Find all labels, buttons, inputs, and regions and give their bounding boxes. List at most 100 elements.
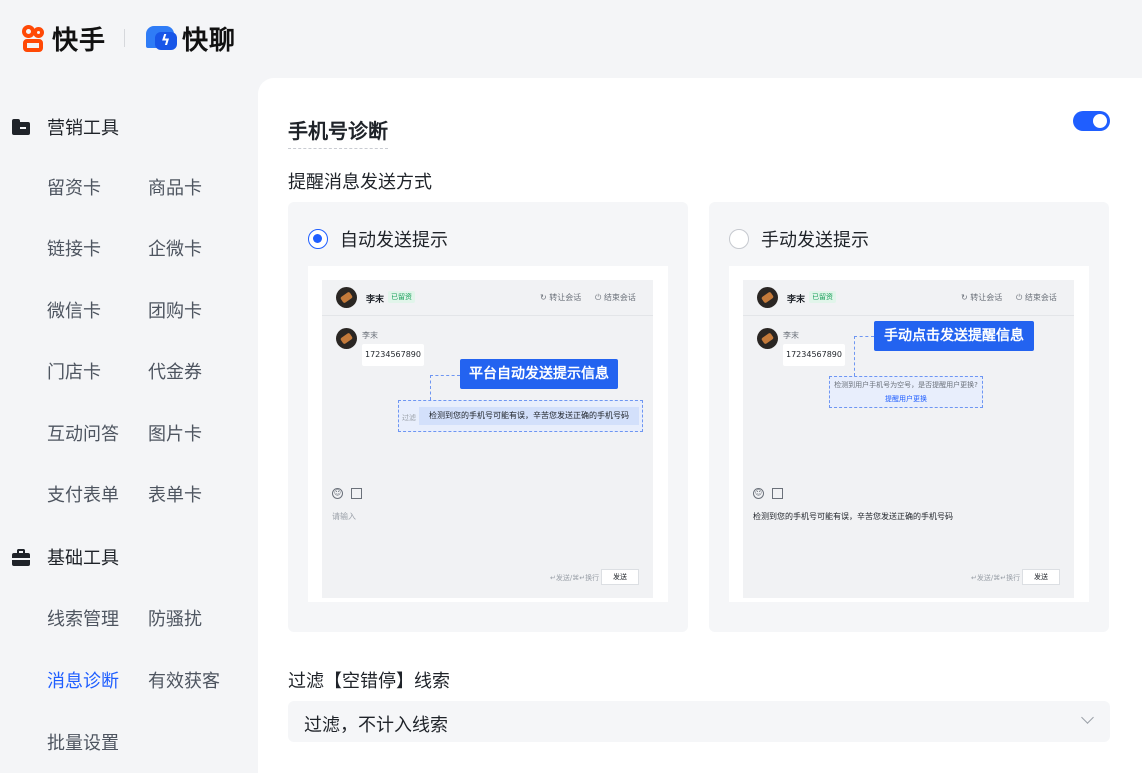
filter-label: 过滤【空错停】线索	[288, 671, 450, 692]
radio-unchecked-icon[interactable]	[729, 229, 749, 249]
transfer-chat-button[interactable]: ↻ 转让会话	[540, 292, 581, 303]
transfer-chat-label: 转让会话	[549, 293, 582, 302]
sidebar-item-anti-harassment[interactable]: 防骚扰	[148, 605, 202, 631]
emoji-icon[interactable]: ☺	[332, 488, 343, 499]
radio-manual-send[interactable]: 手动发送提示	[729, 226, 869, 252]
avatar	[336, 287, 357, 308]
sidebar-item-message-diagnosis[interactable]: 消息诊断	[47, 667, 119, 693]
chat-window: 李末 已留资 ↻ 转让会话 ⏻ 结束会话 李末 17234567890 手动点击…	[743, 280, 1074, 598]
chat-preview: 李末 已留资 ↻ 转让会话 ⏻ 结束会话 李末 17234567890 平台自动…	[308, 266, 668, 602]
power-icon: ⏻	[1016, 293, 1023, 302]
sidebar-item-batch-settings[interactable]: 批量设置	[47, 729, 119, 755]
kuaishou-brand-name: 快手	[52, 26, 107, 56]
kuailiao-logo-icon: ϟ	[146, 24, 178, 54]
callout-label: 平台自动发送提示信息	[460, 359, 618, 389]
sender-avatar	[336, 328, 357, 349]
status-badge: 已留资	[809, 291, 836, 303]
image-icon[interactable]	[351, 488, 362, 499]
message-bubble: 17234567890	[362, 344, 424, 366]
send-hint: ↵发送/⌘↵换行	[971, 574, 1021, 582]
transfer-chat-button[interactable]: ↻ 转让会话	[961, 292, 1002, 303]
sidebar-item-wecom-card[interactable]: 企微卡	[148, 235, 202, 261]
sidebar-item-effective-acquisition[interactable]: 有效获客	[148, 667, 220, 693]
option-card-manual[interactable]: 手动发送提示 李末 已留资 ↻ 转让会话 ⏻ 结束会话 李末 172345678…	[709, 202, 1109, 632]
callout-connector	[854, 336, 855, 376]
callout-connector	[854, 336, 874, 337]
sender-avatar	[757, 328, 778, 349]
sidebar: 营销工具 留资卡 商品卡 链接卡 企微卡 微信卡 团购卡 门店卡 代金券 互动问…	[0, 78, 258, 773]
sidebar-item-payment-form[interactable]: 支付表单	[47, 481, 119, 507]
toggle-knob	[1093, 114, 1107, 128]
filter-select[interactable]: 过滤，不计入线索	[288, 701, 1110, 742]
kuailiao-brand[interactable]: ϟ 快聊	[146, 20, 236, 57]
sidebar-section-title: 基础工具	[47, 548, 119, 569]
folder-icon	[12, 119, 30, 135]
power-icon: ⏻	[595, 293, 602, 302]
emoji-icon[interactable]: ☺	[753, 488, 764, 499]
radio-label: 自动发送提示	[340, 230, 448, 251]
chat-toolbar: ☺	[332, 488, 362, 499]
briefcase-icon	[12, 549, 30, 566]
send-button[interactable]: 发送	[601, 569, 639, 585]
image-icon[interactable]	[772, 488, 783, 499]
contact-name: 李末	[787, 295, 806, 305]
radio-auto-send[interactable]: 自动发送提示	[308, 226, 448, 252]
chat-header: 李末 已留资 ↻ 转让会话 ⏻ 结束会话	[322, 280, 653, 316]
send-button[interactable]: 发送	[1022, 569, 1060, 585]
option-card-auto[interactable]: 自动发送提示 李末 已留资 ↻ 转让会话 ⏻ 结束会话 李末 172345678…	[288, 202, 688, 632]
top-bar: 快手 ϟ 快聊	[0, 0, 1142, 78]
radio-label: 手动发送提示	[761, 230, 869, 251]
sender-name: 李末	[783, 331, 799, 340]
chevron-down-icon	[1081, 711, 1094, 724]
phone-diagnosis-toggle[interactable]	[1073, 111, 1110, 131]
status-badge: 已留资	[388, 291, 415, 303]
sidebar-item-qa[interactable]: 互动问答	[47, 420, 119, 446]
sidebar-item-voucher[interactable]: 代金券	[148, 358, 202, 384]
remind-user-link[interactable]: 提醒用户更换	[830, 394, 982, 404]
main-panel: 手机号诊断 提醒消息发送方式 自动发送提示 李末 已留资 ↻ 转让会话 ⏻ 结束…	[258, 78, 1142, 773]
chat-input[interactable]: 请输入	[332, 511, 356, 522]
end-chat-button[interactable]: ⏻ 结束会话	[1016, 292, 1057, 303]
highlight-box: 检测到用户手机号为空号，是否提醒用户更换? 提醒用户更换	[829, 376, 983, 408]
sender-name: 李末	[362, 331, 378, 340]
sidebar-item-image-card[interactable]: 图片卡	[148, 420, 202, 446]
callout-connector	[430, 375, 431, 400]
end-chat-label: 结束会话	[603, 293, 636, 302]
sidebar-section-marketing: 营销工具	[12, 114, 119, 140]
system-message: 检测到用户手机号为空号，是否提醒用户更换?	[834, 381, 978, 389]
chat-window: 李末 已留资 ↻ 转让会话 ⏻ 结束会话 李末 17234567890 平台自动…	[322, 280, 653, 598]
chat-header: 李末 已留资 ↻ 转让会话 ⏻ 结束会话	[743, 280, 1074, 316]
sidebar-item-group-buy-card[interactable]: 团购卡	[148, 297, 202, 323]
sidebar-item-wechat-card[interactable]: 微信卡	[47, 297, 101, 323]
avatar	[757, 287, 778, 308]
chat-input[interactable]: 检测到您的手机号可能有误，辛苦您发送正确的手机号码	[753, 511, 953, 522]
sidebar-section-title: 营销工具	[47, 118, 119, 139]
sidebar-item-lead-card[interactable]: 留资卡	[47, 174, 101, 200]
sidebar-item-link-card[interactable]: 链接卡	[47, 235, 101, 261]
filter-select-value: 过滤，不计入线索	[304, 715, 448, 736]
kuaishou-brand[interactable]: 快手	[20, 20, 106, 57]
sidebar-item-lead-management[interactable]: 线索管理	[47, 605, 119, 631]
filter-tag: 过滤	[402, 414, 416, 422]
transfer-chat-label: 转让会话	[970, 293, 1003, 302]
message-bubble: 17234567890	[783, 344, 845, 366]
brand-divider	[124, 29, 125, 47]
callout-connector	[430, 375, 460, 376]
sidebar-item-store-card[interactable]: 门店卡	[47, 358, 101, 384]
end-chat-button[interactable]: ⏻ 结束会话	[595, 292, 636, 303]
send-hint: ↵发送/⌘↵换行	[550, 574, 600, 582]
system-message: 检测到您的手机号可能有误，辛苦您发送正确的手机号码	[419, 407, 639, 425]
kuaishou-logo-icon	[20, 24, 48, 54]
transfer-icon: ↻	[961, 293, 968, 302]
sidebar-section-basic: 基础工具	[12, 544, 119, 570]
chat-preview: 李末 已留资 ↻ 转让会话 ⏻ 结束会话 李末 17234567890 手动点击…	[729, 266, 1089, 602]
chat-toolbar: ☺	[753, 488, 783, 499]
send-mode-label: 提醒消息发送方式	[288, 172, 432, 193]
sidebar-item-form-card[interactable]: 表单卡	[148, 481, 202, 507]
transfer-icon: ↻	[540, 293, 547, 302]
kuailiao-brand-name: 快聊	[182, 26, 237, 56]
radio-checked-icon[interactable]	[308, 229, 328, 249]
callout-label: 手动点击发送提醒信息	[874, 321, 1034, 351]
section-title: 手机号诊断	[288, 115, 388, 149]
sidebar-item-product-card[interactable]: 商品卡	[148, 174, 202, 200]
